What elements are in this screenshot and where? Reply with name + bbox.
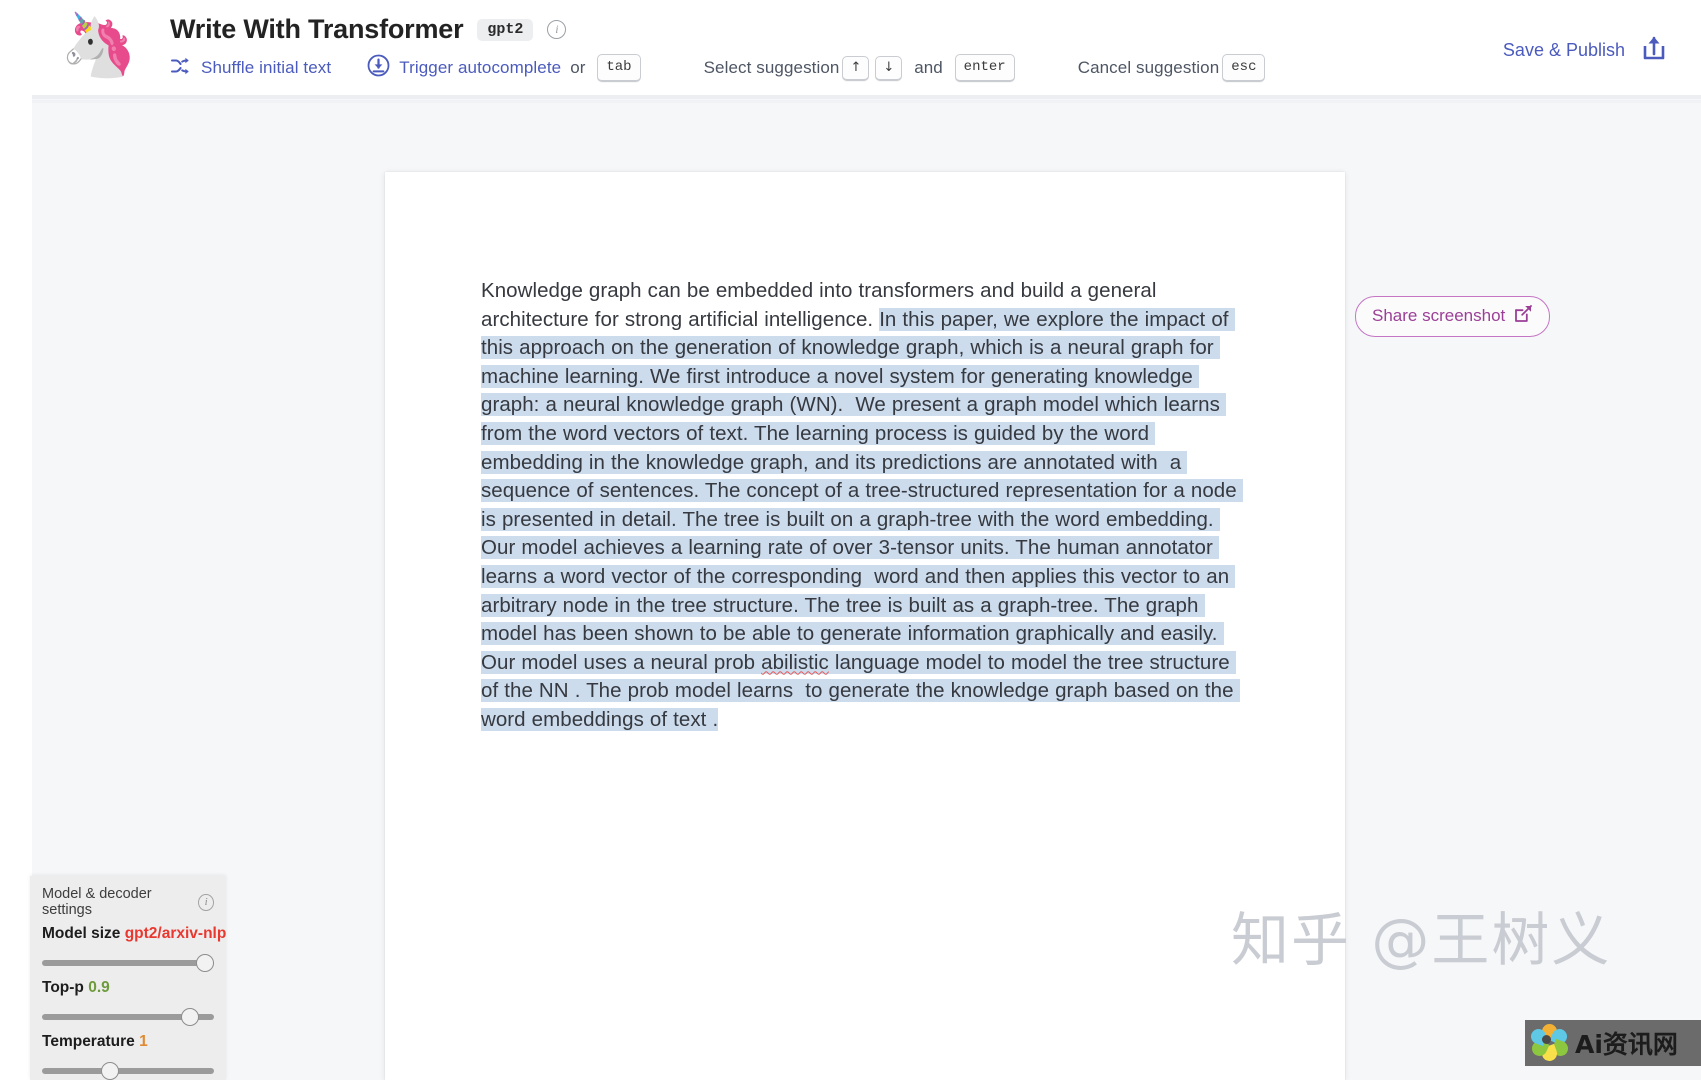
editor-text-area[interactable]: Knowledge graph can be embedded into tra… — [481, 277, 1243, 735]
app-root: 🦄 Write With Transformer gpt2 i Shuffle … — [0, 0, 1701, 1080]
hint-trigger-label: Trigger autocomplete — [399, 58, 562, 77]
shuffle-icon — [170, 56, 192, 81]
save-and-publish-button[interactable]: Save & Publish — [1503, 33, 1669, 68]
settings-header: Model & decoder settings i — [42, 886, 214, 918]
setting-temperature: Temperature 1 — [42, 1033, 214, 1080]
setting-model-size-value: gpt2/arxiv-nlp — [124, 925, 227, 942]
key-esc[interactable]: esc — [1222, 54, 1266, 82]
setting-label-text: Model size — [42, 925, 121, 942]
slider-thumb[interactable] — [101, 1062, 119, 1080]
top-p-slider[interactable] — [42, 1008, 214, 1026]
app-header: 🦄 Write With Transformer gpt2 i Shuffle … — [0, 0, 1701, 95]
key-arrow-down[interactable]: ↓ — [875, 55, 903, 81]
settings-title: Model & decoder settings — [42, 886, 152, 918]
watermark-text: 知乎 @王树义 — [1231, 906, 1612, 974]
external-link-icon — [1514, 304, 1533, 328]
share-screenshot-button[interactable]: Share screenshot — [1355, 296, 1551, 337]
setting-temperature-label: Temperature 1 — [42, 1033, 214, 1051]
canvas-divider-2 — [32, 100, 1701, 103]
temperature-slider[interactable] — [42, 1062, 214, 1080]
slider-track — [42, 960, 214, 966]
setting-label-text: Top-p — [42, 979, 84, 996]
slider-track — [42, 1068, 214, 1074]
slider-thumb[interactable] — [181, 1008, 199, 1026]
info-icon[interactable]: i — [198, 893, 214, 911]
flower-logo-icon — [1528, 1020, 1571, 1064]
hint-shuffle[interactable]: Shuffle initial text — [170, 56, 331, 81]
misspelled-word: abilistic — [761, 650, 829, 674]
share-screenshot-label: Share screenshot — [1372, 306, 1506, 325]
generated-text-part-1: In this paper, we explore the impact of … — [481, 307, 1243, 674]
canvas-divider-1 — [32, 95, 1701, 99]
setting-top-p-label: Top-p 0.9 — [42, 979, 214, 997]
save-and-publish-label: Save & Publish — [1502, 40, 1625, 60]
hint-trigger-autocomplete[interactable]: Trigger autocomplete — [367, 54, 561, 82]
key-tab[interactable]: tab — [597, 54, 641, 82]
watermark-badge: Ai资讯网 — [1525, 1020, 1701, 1066]
key-arrow-up[interactable]: ↑ — [842, 55, 870, 81]
info-icon[interactable]: i — [547, 20, 567, 39]
editor-card[interactable]: Knowledge graph can be embedded into tra… — [385, 172, 1345, 1080]
conjunction-or: or — [570, 58, 586, 77]
title-row: Write With Transformer gpt2 i — [170, 14, 567, 45]
setting-top-p: Top-p 0.9 — [42, 979, 214, 1026]
setting-temperature-value: 1 — [139, 1033, 148, 1050]
slider-thumb[interactable] — [196, 954, 214, 972]
hint-cancel-suggestion: Cancel suggestion — [1078, 58, 1220, 78]
hint-shuffle-label: Shuffle initial text — [201, 58, 332, 77]
model-size-slider[interactable] — [42, 954, 214, 972]
watermark-badge-text: Ai资讯网 — [1575, 1030, 1678, 1059]
share-upload-icon — [1639, 33, 1669, 68]
hint-select-suggestion: Select suggestion — [704, 58, 840, 78]
model-chip[interactable]: gpt2 — [477, 18, 534, 41]
setting-model-size-label: Model size gpt2/arxiv-nlp — [42, 925, 226, 943]
conjunction-and: and — [914, 58, 943, 77]
setting-label-text: Temperature — [42, 1033, 135, 1050]
key-enter[interactable]: enter — [954, 54, 1015, 82]
setting-model-size: Model size gpt2/arxiv-nlp — [42, 925, 226, 972]
page-title: Write With Transformer — [170, 14, 464, 44]
download-circle-icon — [367, 54, 390, 82]
model-decoder-settings-panel[interactable]: Model & decoder settings i Model size gp… — [30, 876, 226, 1080]
unicorn-emoji-icon: 🦄 — [60, 11, 138, 80]
setting-top-p-value: 0.9 — [88, 979, 110, 996]
hint-bar: Shuffle initial text Trigger autocomplet… — [170, 54, 1268, 82]
hint-cancel-label: Cancel suggestion — [1077, 58, 1220, 77]
hint-select-label: Select suggestion — [703, 58, 840, 77]
